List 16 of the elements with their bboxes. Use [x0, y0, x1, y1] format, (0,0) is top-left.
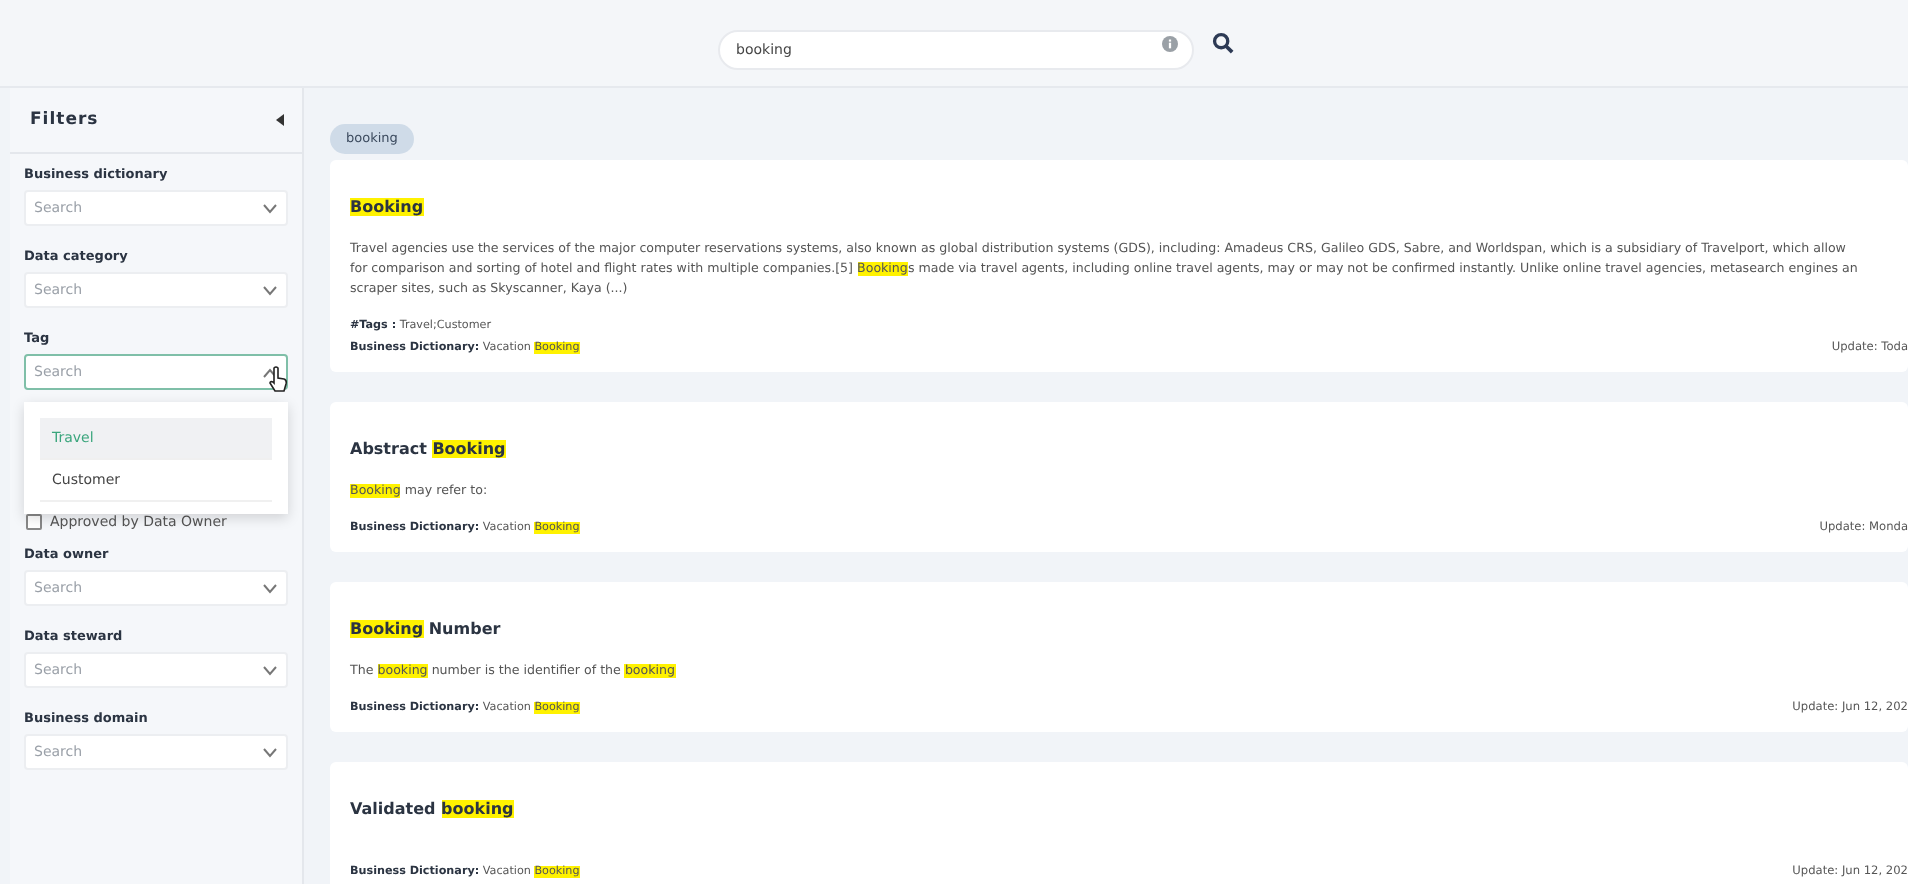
- search-icon[interactable]: [1212, 32, 1234, 54]
- result-title[interactable]: Validated booking: [350, 800, 514, 818]
- info-icon: [1162, 35, 1178, 51]
- pointer-icon: [268, 366, 288, 392]
- chevron-icon: [262, 285, 278, 295]
- chevron-icon: [262, 583, 278, 593]
- chevron-icon: [262, 203, 278, 213]
- chevron-icon: [262, 665, 278, 675]
- result-title[interactable]: Abstract Booking: [350, 440, 506, 458]
- result-title[interactable]: Booking: [350, 198, 424, 216]
- checkbox[interactable]: [26, 514, 42, 530]
- collapse-icon[interactable]: [276, 114, 284, 126]
- chevron-icon: [262, 747, 278, 757]
- panel-title: Filters: [30, 110, 99, 130]
- result-title[interactable]: Booking Number: [350, 620, 501, 638]
- chevron-icon: [262, 367, 278, 377]
